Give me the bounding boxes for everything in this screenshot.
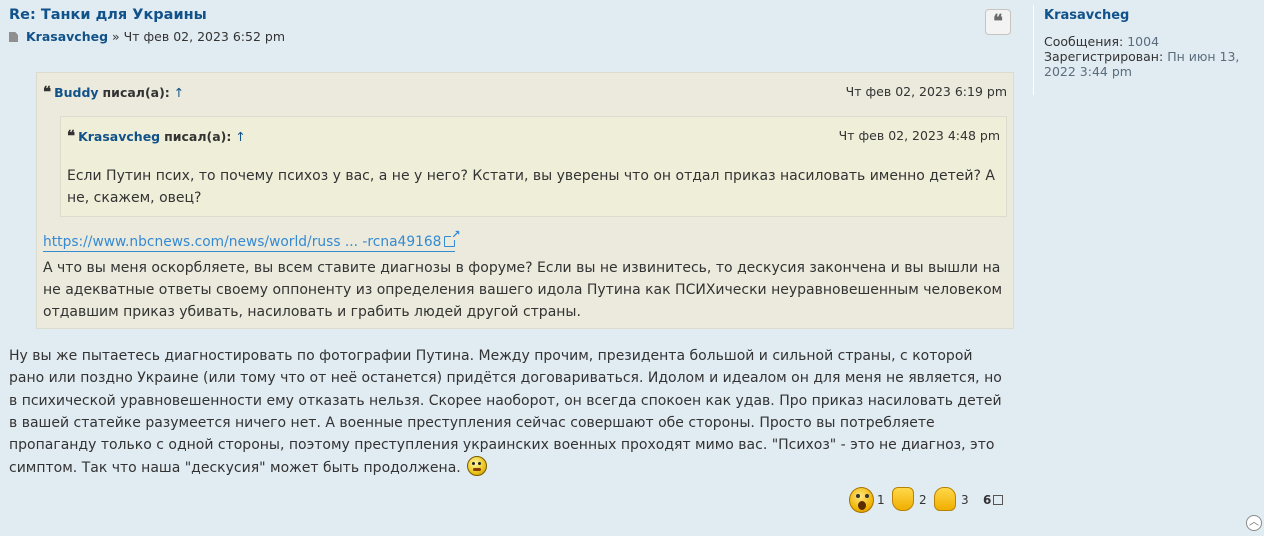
shocked-face-icon: [849, 487, 874, 513]
quote-outer-jump-link[interactable]: ↑: [174, 85, 184, 100]
post-content: Ну вы же пытаетесь диагностировать по фо…: [9, 345, 1009, 480]
post-profile: Krasavcheg Сообщения: 1004 Зарегистриров…: [1033, 5, 1253, 95]
post-author-link[interactable]: Krasavcheg: [26, 29, 108, 44]
quote-inner-author-link[interactable]: Krasavcheg: [78, 129, 160, 144]
reaction-count: 2: [919, 493, 927, 507]
profile-posts-value[interactable]: 1004: [1127, 34, 1159, 49]
quote-inner-wrote: писал(а):: [164, 129, 232, 144]
quote-inner-date: Чт фев 02, 2023 4:48 pm: [838, 128, 1000, 143]
quote-icon: ❝: [43, 83, 52, 101]
thumbs-up-icon: [934, 487, 956, 511]
quote-inner-jump-link[interactable]: ↑: [235, 129, 245, 144]
reaction-count: 1: [877, 493, 885, 507]
profile-registered: Зарегистрирован: Пн июн 13, 2022 3:44 pm: [1044, 49, 1249, 79]
quote-inner-header: ❝ Krasavcheg писал(а): ↑: [67, 127, 246, 145]
quote-outer-header: ❝ Buddy писал(а): ↑: [43, 83, 184, 101]
quote-outer-author-link[interactable]: Buddy: [54, 85, 98, 100]
post-title[interactable]: Re: Танки для Украины: [9, 7, 207, 23]
post-date: Чт фев 02, 2023 6:52 pm: [123, 29, 286, 44]
forum-post: Re: Танки для Украины Krasavcheg » Чт фе…: [0, 0, 1264, 536]
quote-outer-date: Чт фев 02, 2023 6:19 pm: [845, 84, 1007, 99]
thumbs-down-icon: [892, 487, 914, 511]
quote-outer-wrote: писал(а):: [102, 85, 170, 100]
quote-outer-text: А что вы меня оскорбляете, вы всем стави…: [43, 260, 1003, 320]
profile-posts-label: Сообщения:: [1044, 34, 1124, 49]
post-icon[interactable]: [9, 32, 18, 42]
back-to-top-button[interactable]: ︿: [1246, 515, 1262, 531]
external-link-icon: [993, 495, 1004, 505]
external-link-icon: [444, 229, 460, 247]
quote-icon: ❝: [67, 127, 76, 145]
profile-posts: Сообщения: 1004: [1044, 34, 1159, 49]
quote-block-outer: ❝ Buddy писал(а): ↑ Чт фев 02, 2023 6:19 …: [36, 72, 1014, 329]
chevron-up-icon: ︿: [1249, 516, 1259, 528]
smiley-icon: [467, 456, 488, 477]
external-link[interactable]: https://www.nbcnews.com/news/world/russ …: [43, 229, 460, 252]
post-content-text: Ну вы же пытаетесь диагностировать по фо…: [9, 348, 1002, 477]
reaction-count: 3: [961, 493, 969, 507]
post-author-line: Krasavcheg » Чт фев 02, 2023 6:52 pm: [9, 29, 285, 44]
author-separator: »: [112, 29, 120, 44]
profile-registered-label: Зарегистрирован:: [1044, 49, 1164, 64]
reactions-total: 6: [983, 493, 992, 507]
external-link-text: https://www.nbcnews.com/news/world/russ …: [43, 234, 442, 250]
quote-inner-text: Если Путин псих, то почему психоз у вас,…: [67, 168, 995, 206]
reactions-total-link[interactable]: 6: [983, 493, 1004, 507]
profile-username[interactable]: Krasavcheg: [1044, 8, 1129, 23]
quote-block-inner: ❝ Krasavcheg писал(а): ↑ Чт фев 02, 2023 …: [60, 116, 1007, 217]
quote-button[interactable]: ❝: [985, 9, 1011, 35]
quote-icon: ❝: [993, 11, 1003, 32]
